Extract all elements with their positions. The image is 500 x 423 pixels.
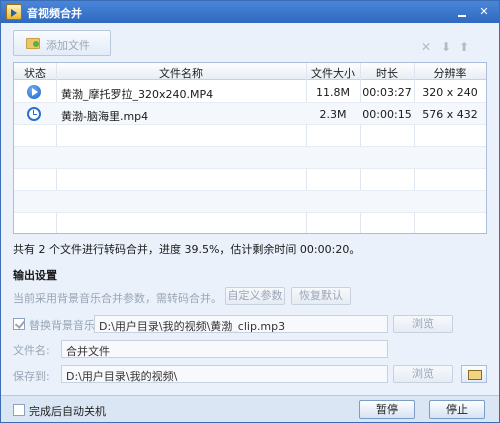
arrow-up-icon[interactable]: ⬆ bbox=[458, 41, 470, 53]
file-duration: 00:03:27 bbox=[362, 86, 412, 99]
col-name[interactable]: 文件名称 bbox=[56, 65, 306, 81]
col-duration[interactable]: 时长 bbox=[360, 65, 414, 81]
restore-default-button[interactable]: 恢复默认 bbox=[291, 287, 351, 305]
auto-shutdown-checkbox[interactable] bbox=[13, 404, 25, 416]
empty-row bbox=[14, 213, 486, 233]
stop-button[interactable]: 停止 bbox=[429, 400, 485, 419]
music-path-field[interactable]: D:\用户目录\我的视频\黄渤_clip.mp3 bbox=[94, 315, 388, 333]
browse-music-button[interactable]: 浏览 bbox=[393, 315, 453, 333]
param-hint: 当前采用背景音乐合并参数，需转码合并。 bbox=[13, 292, 222, 305]
table-row[interactable]: 黄渤_摩托罗拉_320x240.MP4 11.8M 00:03:27 320 x… bbox=[14, 81, 486, 103]
merge-window: 音视频合并 ✕ 添加文件 ✕ ⬇ ⬆ 状态 文件名称 文件大小 时长 分辨率 黄… bbox=[0, 0, 500, 423]
file-list[interactable]: 状态 文件名称 文件大小 时长 分辨率 黄渤_摩托罗拉_320x240.MP4 … bbox=[13, 62, 487, 234]
add-file-button[interactable]: 添加文件 bbox=[13, 30, 111, 56]
close-button[interactable]: ✕ bbox=[475, 4, 493, 20]
empty-row bbox=[14, 169, 486, 191]
file-name: 黄渤-脑海里.mp4 bbox=[61, 110, 149, 123]
clock-icon bbox=[27, 107, 41, 121]
app-icon bbox=[6, 4, 22, 20]
auto-shutdown-label: 完成后自动关机 bbox=[29, 405, 106, 418]
col-size[interactable]: 文件大小 bbox=[306, 65, 360, 81]
empty-row bbox=[14, 147, 486, 169]
file-name: 黄渤_摩托罗拉_320x240.MP4 bbox=[61, 88, 214, 101]
add-folder-icon bbox=[26, 38, 40, 49]
empty-row bbox=[14, 125, 486, 147]
save-to-label: 保存到: bbox=[13, 370, 50, 383]
open-folder-button[interactable] bbox=[461, 365, 487, 383]
empty-row bbox=[14, 191, 486, 213]
custom-params-button[interactable]: 自定义参数 bbox=[225, 287, 285, 305]
output-settings-title: 输出设置 bbox=[13, 269, 57, 282]
title-bar[interactable]: 音视频合并 ✕ bbox=[1, 1, 499, 23]
replace-music-checkbox[interactable] bbox=[13, 318, 25, 330]
progress-summary: 共有 2 个文件进行转码合并，进度 39.5%，估计剩余时间 00:00:20。 bbox=[13, 243, 361, 256]
filename-label: 文件名: bbox=[13, 344, 50, 357]
browse-save-button[interactable]: 浏览 bbox=[393, 365, 453, 383]
bottom-bar: 完成后自动关机 暂停 停止 bbox=[1, 395, 499, 422]
file-duration: 00:00:15 bbox=[362, 108, 412, 121]
replace-music-label: 替换背景音乐 bbox=[29, 319, 95, 332]
converting-icon bbox=[27, 85, 41, 99]
table-row[interactable]: 黄渤-脑海里.mp4 2.3M 00:00:15 576 x 432 bbox=[14, 103, 486, 125]
list-header: 状态 文件名称 文件大小 时长 分辨率 bbox=[14, 63, 486, 80]
file-size: 11.8M bbox=[316, 86, 350, 99]
close-icon[interactable]: ✕ bbox=[420, 41, 432, 53]
file-size: 2.3M bbox=[319, 108, 347, 121]
arrow-down-icon[interactable]: ⬇ bbox=[440, 41, 452, 53]
window-title: 音视频合并 bbox=[27, 7, 82, 20]
col-status[interactable]: 状态 bbox=[14, 65, 56, 81]
pause-button[interactable]: 暂停 bbox=[359, 400, 415, 419]
minimize-button[interactable] bbox=[453, 4, 471, 20]
file-resolution: 576 x 432 bbox=[422, 108, 478, 121]
filename-field[interactable]: 合并文件 bbox=[61, 340, 388, 358]
save-path-field[interactable]: D:\用户目录\我的视频\ bbox=[61, 365, 388, 383]
col-resolution[interactable]: 分辨率 bbox=[414, 65, 486, 81]
add-file-label: 添加文件 bbox=[46, 39, 90, 52]
file-resolution: 320 x 240 bbox=[422, 86, 478, 99]
